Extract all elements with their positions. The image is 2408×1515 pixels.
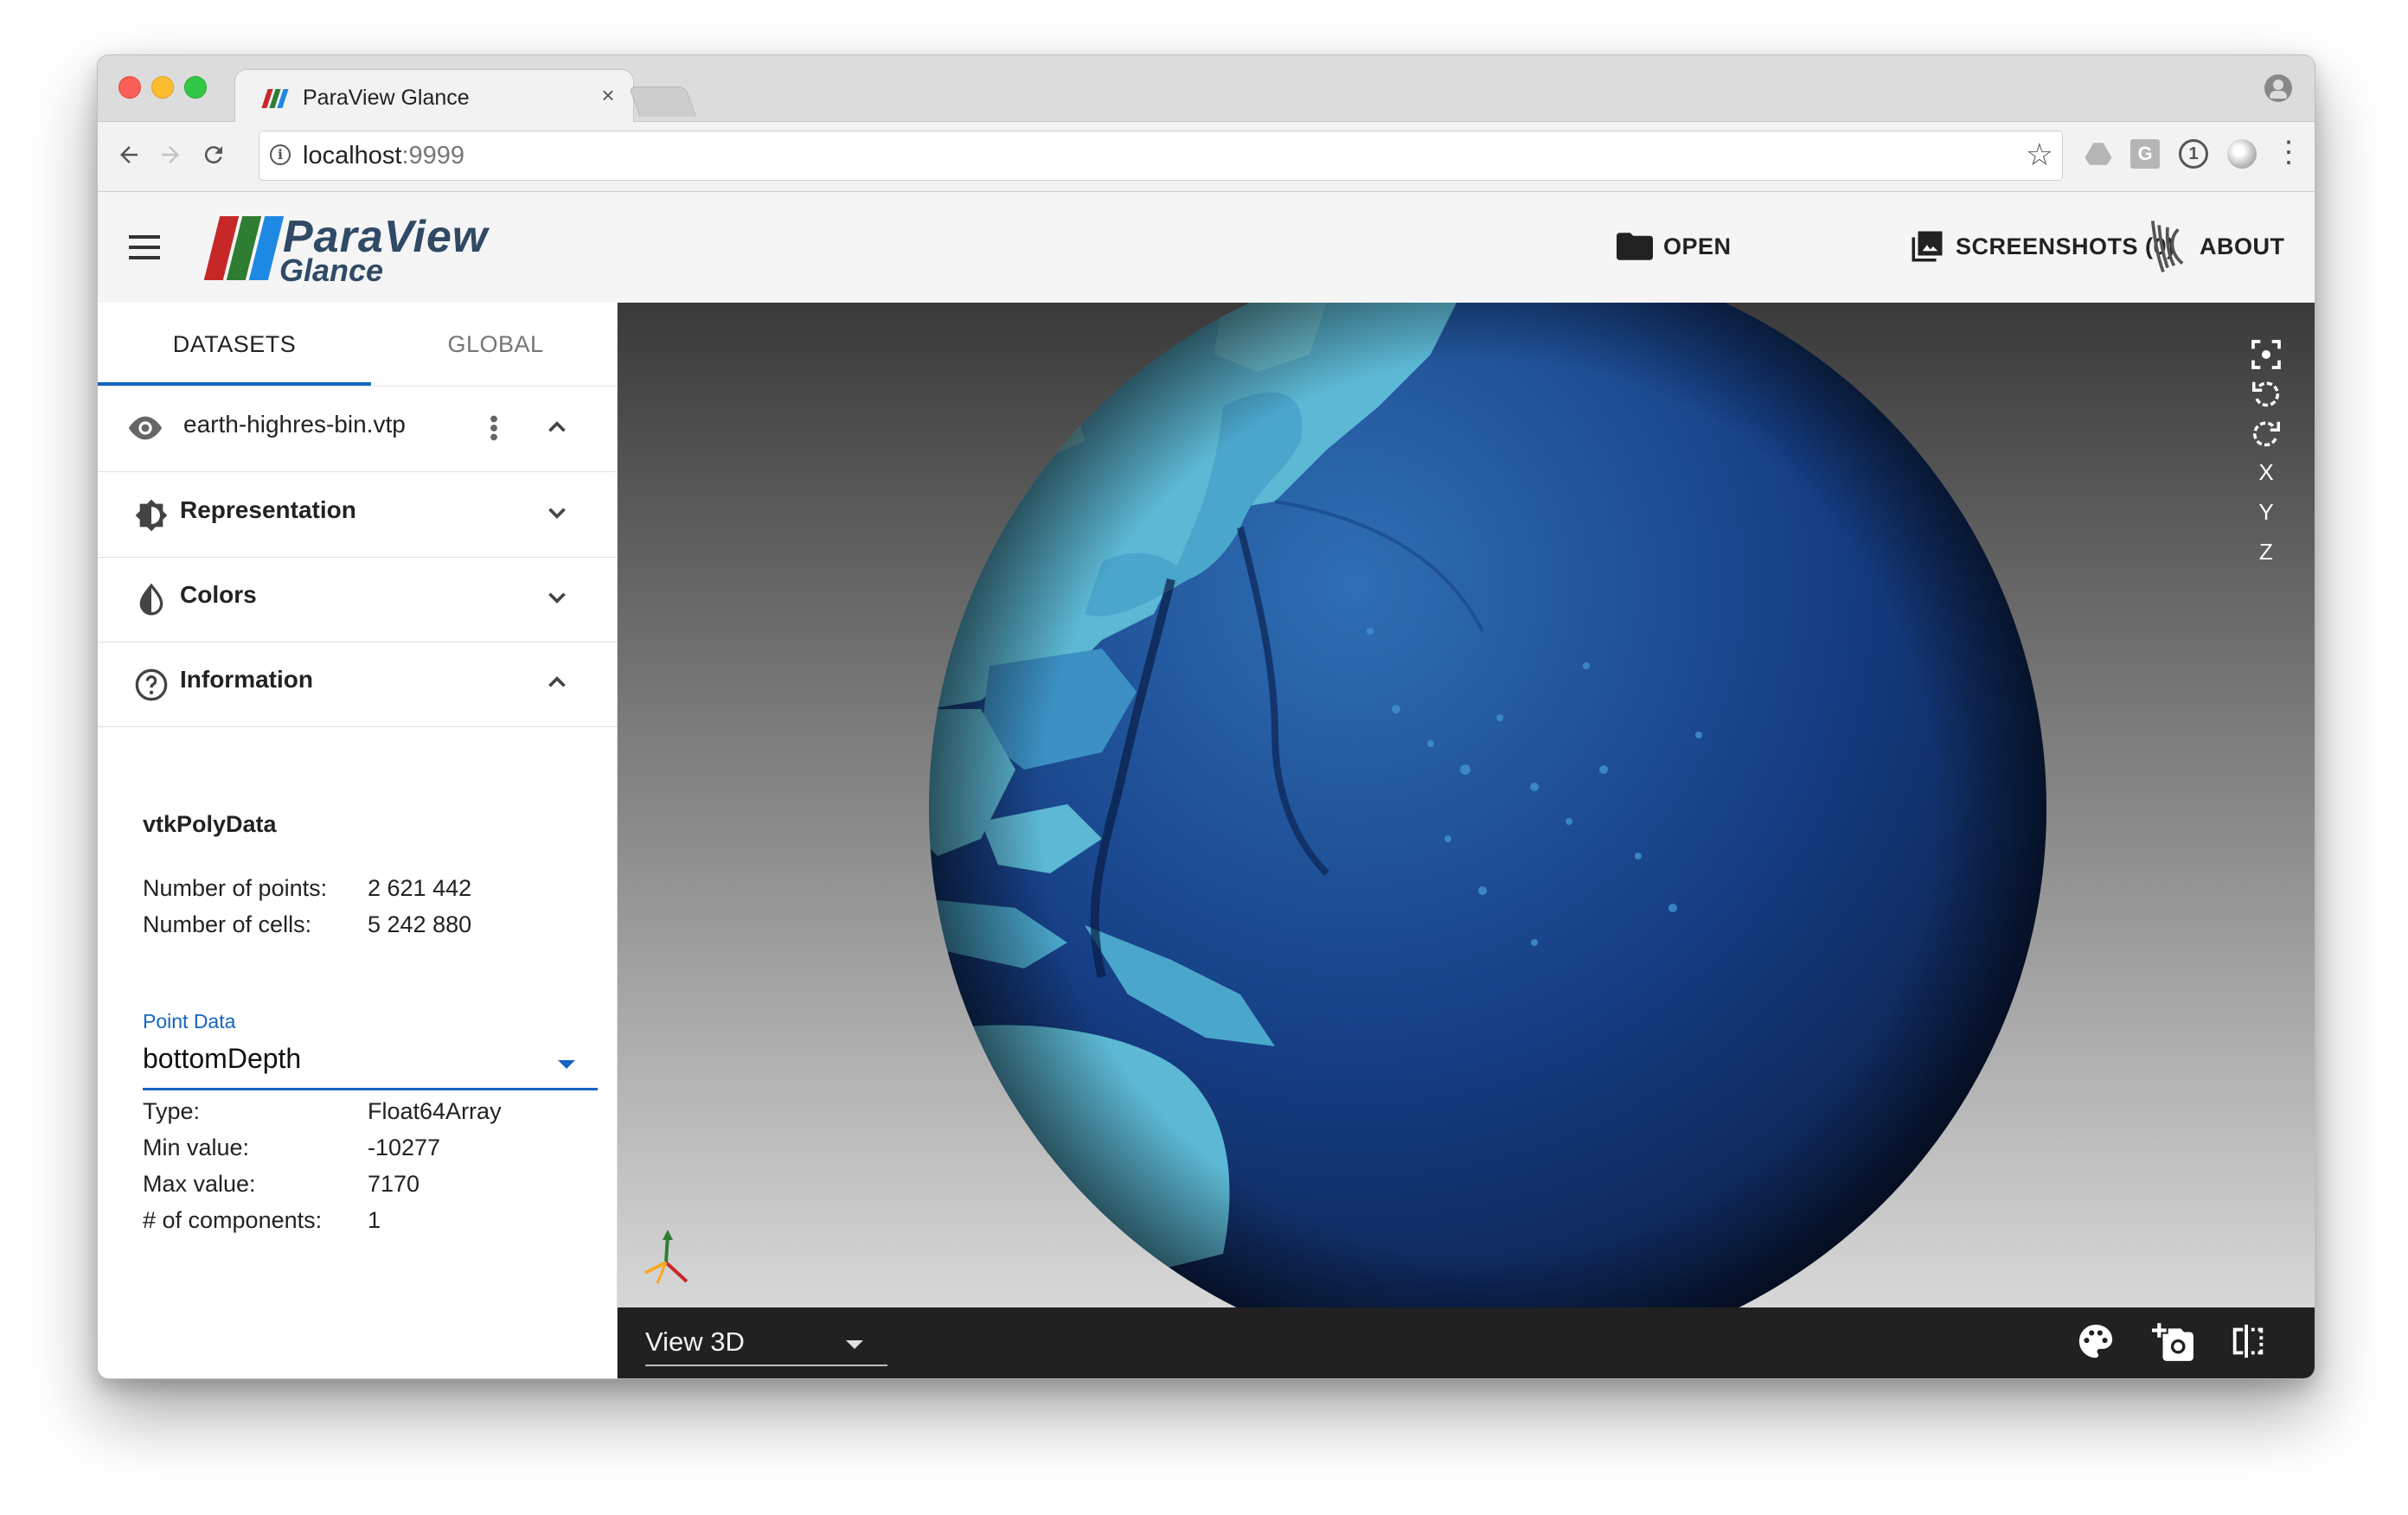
- about-label: ABOUT: [2200, 233, 2285, 259]
- hamburger-menu-icon[interactable]: [127, 230, 162, 265]
- reload-icon[interactable]: [195, 136, 233, 174]
- panel-tabs: DATASETS GLOBAL: [98, 303, 617, 387]
- orientation-axes-icon: [644, 1230, 688, 1284]
- point-data-value: bottomDepth: [143, 1043, 302, 1074]
- screenshots-label: SCREENSHOTS (0): [1956, 233, 2175, 259]
- components-label: # of components:: [143, 1207, 323, 1233]
- view-axis-z-button[interactable]: Z: [2240, 526, 2292, 578]
- address-bar[interactable]: i localhost:9999 ☆: [259, 131, 2063, 181]
- logo-subtitle: Glance: [279, 252, 384, 288]
- min-value-label: Min value:: [143, 1135, 250, 1160]
- help-circle-icon: [134, 668, 169, 702]
- profile-icon[interactable]: [2264, 74, 2292, 102]
- dataset-row[interactable]: earth-highres-bin.vtp: [98, 387, 617, 472]
- color-drop-icon: [134, 583, 169, 617]
- section-information[interactable]: Information: [98, 642, 617, 727]
- render-view-3d[interactable]: X Y Z: [618, 303, 2315, 1307]
- tab-global[interactable]: GLOBAL: [359, 303, 632, 386]
- screenshots-button[interactable]: SCREENSHOTS (0): [1909, 225, 2175, 268]
- points-label: Number of points:: [143, 875, 328, 901]
- view-type-select[interactable]: View 3D: [645, 1320, 887, 1366]
- min-value: -10277: [368, 1135, 441, 1160]
- site-info-icon[interactable]: i: [270, 144, 291, 165]
- tab-close-icon[interactable]: ×: [595, 82, 621, 108]
- bookmark-star-icon[interactable]: ☆: [2026, 137, 2053, 173]
- app-header: ParaView Glance OPEN SCREENSHOTS (0) ABO…: [98, 192, 2315, 303]
- brightness-settings-icon: [134, 498, 169, 533]
- components-value: 1: [368, 1207, 381, 1233]
- forward-arrow-icon[interactable]: [151, 136, 189, 174]
- folder-icon: [1617, 233, 1653, 260]
- g-extension-icon[interactable]: G: [2130, 139, 2160, 169]
- drive-extension-icon[interactable]: [2084, 139, 2113, 169]
- url-text: localhost:9999: [303, 142, 465, 169]
- expand-chevron-down-icon[interactable]: [542, 498, 572, 527]
- point-data-label: Point Data: [143, 1010, 236, 1032]
- cells-label: Number of cells:: [143, 911, 312, 937]
- about-button[interactable]: ABOUT: [2146, 221, 2285, 273]
- palette-icon[interactable]: [2076, 1321, 2121, 1366]
- back-arrow-icon[interactable]: [110, 136, 148, 174]
- datasets-panel: DATASETS GLOBAL earth-highres-bin.vtp Re…: [98, 303, 618, 1378]
- photo-library-icon: [1912, 231, 1943, 262]
- view-toolbar: View 3D: [618, 1307, 2315, 1378]
- new-tab-button[interactable]: [628, 86, 697, 117]
- point-data-select[interactable]: bottomDepth: [143, 1038, 598, 1090]
- ghostery-extension-icon[interactable]: [2227, 139, 2257, 169]
- open-label: OPEN: [1663, 233, 1732, 259]
- max-value-label: Max value:: [143, 1171, 256, 1197]
- collapse-chevron-up-icon[interactable]: [542, 668, 572, 697]
- browser-tab[interactable]: ParaView Glance ×: [234, 69, 634, 124]
- earth-globe-render[interactable]: [618, 303, 2315, 1307]
- split-view-icon[interactable]: [2228, 1321, 2273, 1366]
- array-type-value: Float64Array: [368, 1098, 502, 1124]
- tab-title: ParaView Glance: [303, 86, 470, 110]
- dropdown-arrow-icon: [558, 1060, 575, 1069]
- tab-datasets[interactable]: DATASETS: [98, 303, 371, 386]
- add-screenshot-icon[interactable]: [2152, 1321, 2197, 1366]
- section-information-label: Information: [180, 666, 313, 693]
- browser-tabstrip: ParaView Glance ×: [98, 55, 2315, 124]
- browser-menu-icon[interactable]: ⋮: [2274, 137, 2303, 167]
- array-type-label: Type:: [143, 1098, 201, 1124]
- visibility-eye-icon[interactable]: [125, 411, 165, 445]
- data-type-name: vtkPolyData: [143, 811, 277, 837]
- collapse-dataset-chevron-up-icon[interactable]: [542, 412, 572, 442]
- open-button[interactable]: OPEN: [1617, 225, 1732, 268]
- kitware-logo-icon: [2150, 221, 2184, 273]
- section-colors[interactable]: Colors: [98, 557, 617, 642]
- paraview-glance-logo: ParaView Glance: [200, 211, 494, 288]
- paraview-favicon-icon: [261, 89, 289, 108]
- dropdown-arrow-icon: [846, 1340, 863, 1349]
- view-type-value: View 3D: [645, 1326, 745, 1357]
- cells-value: 5 242 880: [368, 911, 472, 937]
- section-representation-label: Representation: [180, 496, 356, 523]
- browser-window: ParaView Glance × i localhost:9999 ☆ G 1…: [97, 54, 2315, 1379]
- section-representation[interactable]: Representation: [98, 472, 617, 558]
- section-colors-label: Colors: [180, 581, 257, 608]
- maximize-window-button[interactable]: [184, 76, 207, 99]
- password-manager-icon[interactable]: 1: [2179, 139, 2208, 169]
- active-tab-indicator: [98, 382, 371, 386]
- expand-chevron-down-icon[interactable]: [542, 583, 572, 612]
- dataset-options-icon[interactable]: [485, 412, 503, 442]
- points-value: 2 621 442: [368, 875, 472, 901]
- dataset-name: earth-highres-bin.vtp: [183, 411, 406, 438]
- browser-toolbar: i localhost:9999 ☆ G 1 ⋮: [98, 122, 2315, 192]
- max-value: 7170: [368, 1171, 420, 1197]
- minimize-window-button[interactable]: [151, 76, 174, 99]
- close-window-button[interactable]: [118, 76, 141, 99]
